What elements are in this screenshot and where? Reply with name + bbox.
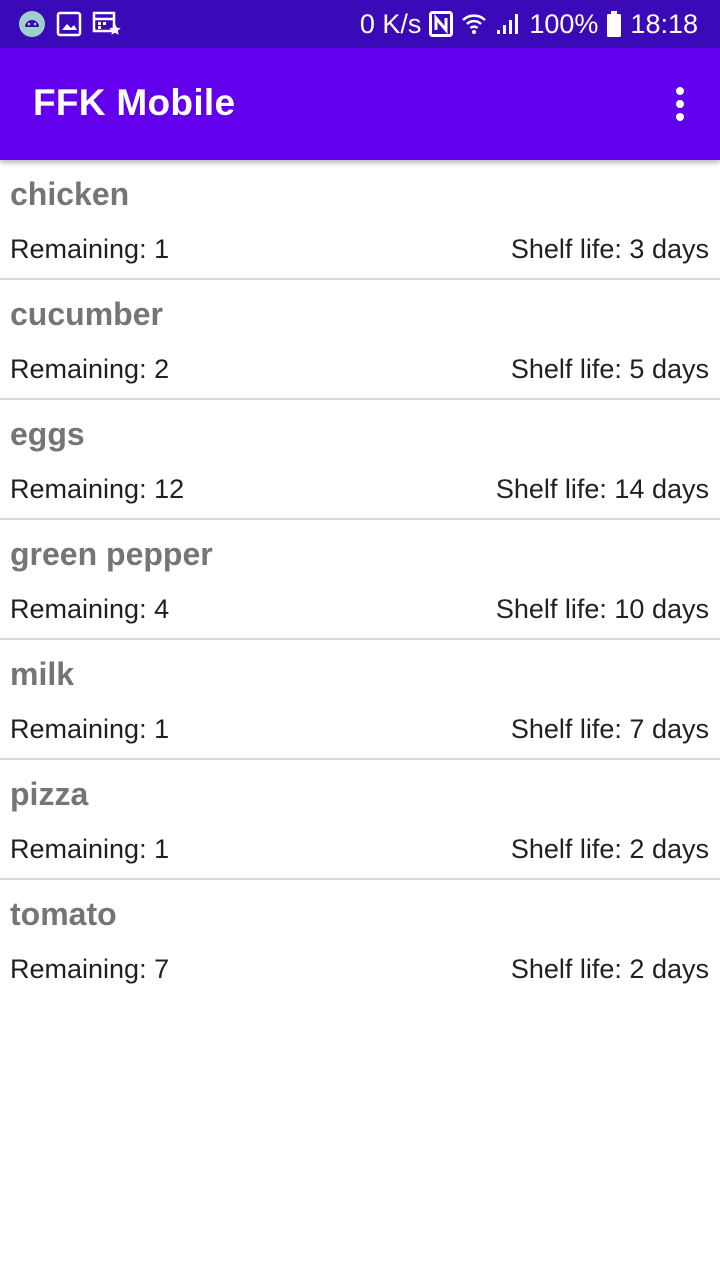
item-name: green pepper: [10, 536, 213, 572]
list-item[interactable]: chicken Remaining: 1 Shelf life: 3 days: [0, 160, 720, 280]
item-name: eggs: [10, 416, 85, 452]
item-shelf-life: Shelf life: 5 days: [510, 354, 709, 384]
item-shelf-life: Shelf life: 2 days: [510, 834, 709, 864]
gallery-icon: [56, 11, 82, 37]
android-debug-icon: [18, 10, 46, 38]
wifi-icon: [461, 11, 487, 37]
item-remaining: Remaining: 1: [10, 834, 170, 864]
nfc-icon: [429, 11, 454, 37]
item-shelf-life: Shelf life: 14 days: [495, 474, 709, 504]
inventory-list: chicken Remaining: 1 Shelf life: 3 days …: [0, 160, 720, 998]
battery-percent: 100%: [529, 8, 599, 39]
item-name: chicken: [10, 176, 130, 212]
signal-icon: [495, 12, 521, 36]
item-remaining: Remaining: 7: [10, 954, 170, 984]
battery-icon: [606, 10, 622, 38]
item-remaining: Remaining: 4: [10, 594, 170, 624]
list-item[interactable]: eggs Remaining: 12 Shelf life: 14 days: [0, 400, 720, 520]
item-name: tomato: [10, 896, 117, 932]
list-item[interactable]: cucumber Remaining: 2 Shelf life: 5 days: [0, 280, 720, 400]
list-item[interactable]: green pepper Remaining: 4 Shelf life: 10…: [0, 520, 720, 640]
item-shelf-life: Shelf life: 10 days: [495, 594, 709, 624]
list-item[interactable]: pizza Remaining: 1 Shelf life: 2 days: [0, 760, 720, 880]
status-bar: 0 K/s 100% 18:18: [0, 0, 720, 48]
item-remaining: Remaining: 2: [10, 354, 170, 384]
item-shelf-life: Shelf life: 3 days: [510, 234, 709, 264]
item-remaining: Remaining: 1: [10, 714, 170, 744]
list-item[interactable]: milk Remaining: 1 Shelf life: 7 days: [0, 640, 720, 760]
app-bar: FFK Mobile: [0, 48, 720, 160]
more-vert-icon[interactable]: [660, 80, 700, 128]
calendar-icon: [92, 10, 122, 38]
item-remaining: Remaining: 1: [10, 234, 170, 264]
item-name: milk: [10, 656, 75, 692]
status-bar-notifications: [18, 10, 122, 38]
item-shelf-life: Shelf life: 7 days: [510, 714, 709, 744]
status-bar-system: 0 K/s 100% 18:18: [360, 9, 698, 40]
item-shelf-life: Shelf life: 2 days: [510, 954, 709, 984]
item-name: cucumber: [10, 296, 163, 332]
item-name: pizza: [10, 776, 89, 812]
list-item[interactable]: tomato Remaining: 7 Shelf life: 2 days: [0, 880, 720, 998]
clock: 18:18: [630, 8, 698, 39]
item-remaining: Remaining: 12: [10, 474, 185, 504]
network-speed: 0 K/s: [359, 8, 422, 39]
app-title: FFK Mobile: [33, 82, 236, 123]
